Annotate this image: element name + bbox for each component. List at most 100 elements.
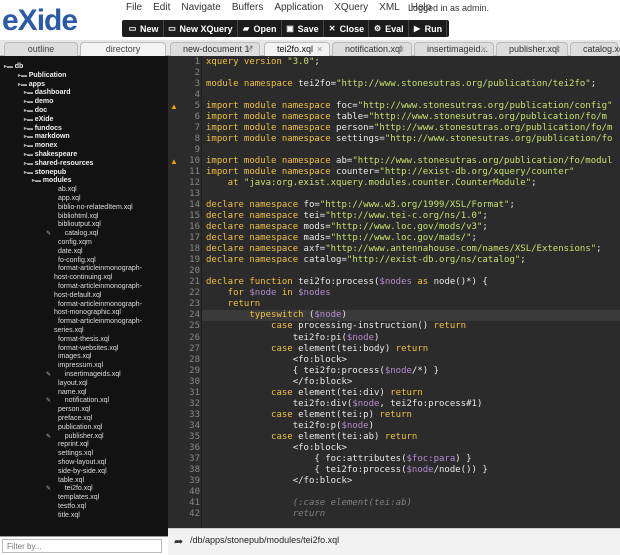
tree-item[interactable]: biblioutput.xql (46, 220, 101, 229)
warning-icon[interactable]: ▲ (170, 157, 179, 166)
menu-navigate[interactable]: Navigate (181, 2, 220, 13)
tree-item[interactable]: templates.xql (46, 493, 99, 502)
line-number: 13 (189, 189, 200, 200)
editor-tab[interactable]: notification.xql ✕ (332, 42, 412, 56)
menu-file[interactable]: File (126, 2, 142, 13)
tree-item[interactable]: date.xql (46, 247, 83, 256)
tree-item[interactable]: ✎ catalog.xql (46, 229, 98, 238)
tree-item[interactable]: ▸▬ demo (24, 97, 53, 106)
filter-input[interactable] (2, 539, 162, 553)
tree-item[interactable]: ▸▬ markdown (24, 132, 70, 141)
tab-outline[interactable]: outline (4, 42, 78, 56)
tree-item[interactable]: show-layout.xql (46, 458, 106, 467)
tree-item-label: settings.xql (58, 450, 94, 458)
editor-tab[interactable]: insertimageid... ✕ (414, 42, 494, 56)
tree-item[interactable]: person.xql (46, 405, 90, 414)
close-tab-icon[interactable]: ✕ (316, 43, 323, 56)
new-button[interactable]: ▭ New (124, 20, 164, 37)
menu-buffers[interactable]: Buffers (232, 2, 264, 13)
line-number: 10 (189, 156, 200, 167)
close-tab-icon[interactable]: ✕ (604, 43, 611, 56)
tree-item[interactable]: format-articleinmonograph- (46, 317, 142, 326)
tree-item[interactable]: layout.xql (46, 379, 88, 388)
tree-item[interactable]: config.xqm (46, 238, 92, 247)
tree-item[interactable]: images.xql (46, 352, 91, 361)
tree-item[interactable]: ▸▬ modules (32, 176, 71, 185)
tree-item[interactable]: format-thesis.xql (46, 335, 109, 344)
new-xquery-button[interactable]: ▭ New XQuery (164, 20, 238, 37)
close-tab-icon[interactable]: ✕ (398, 43, 405, 56)
tree-item[interactable]: ▸▬ shakespeare (24, 150, 77, 159)
line-number: 21 (189, 277, 200, 288)
tree-item[interactable]: table.xql (46, 476, 84, 485)
tree-item[interactable]: testfo.xql (46, 502, 86, 511)
code-editor[interactable]: 1 2 3 4 5 6 7 8 9 10 11 12 13 14 15 16 17 18 19 20 21 22 23 24 2… (168, 56, 620, 528)
tree-item[interactable]: host-continuing.xql (46, 273, 112, 282)
save-button[interactable]: ▣ Save (282, 20, 324, 37)
menu-application[interactable]: Application (274, 2, 323, 13)
tree-item[interactable]: ▸▬ db (4, 62, 23, 71)
tab-directory[interactable]: directory (80, 42, 166, 56)
tree-item[interactable]: ▸▬ shared-resources (24, 159, 93, 168)
tree-item[interactable]: preface.xql (46, 414, 92, 423)
code-line: declare namespace fo="http://www.w3.org/… (206, 200, 515, 211)
tree-item-label: format-articleinmonograph- (58, 283, 143, 290)
floppy-icon: ▣ (286, 24, 294, 33)
tree-item[interactable]: format-articleinmonograph- (46, 264, 142, 273)
tree-item[interactable]: ▸▬ apps (18, 80, 45, 89)
tree-item-label: templates.xql (58, 494, 100, 502)
close-tab-icon[interactable]: ✕ (480, 43, 487, 56)
code-line: </fo:block> (206, 475, 353, 486)
tree-item[interactable]: reprint.xql (46, 440, 89, 449)
tree-item[interactable]: format-articleinmonograph- (46, 282, 142, 291)
tree-item[interactable]: ▸▬ fundocs (24, 124, 62, 133)
eval-button[interactable]: ⚙ Eval (369, 20, 409, 37)
close-tab-icon[interactable]: ✕ (246, 43, 253, 56)
tree-item[interactable]: series.xql (46, 326, 84, 335)
tree-item[interactable]: host-default.xql (46, 291, 101, 300)
editor-tab[interactable]: tei2fo.xql ✕ (264, 42, 330, 56)
tree-item[interactable]: impressum.xql (46, 361, 103, 370)
tree-item[interactable]: format-websites.xql (46, 344, 118, 353)
tree-item[interactable]: ✎ publisher.xql (46, 432, 104, 441)
tree-item[interactable]: side-by-side.xql (46, 467, 107, 476)
run-button[interactable]: ▶ Run (409, 20, 448, 37)
status-path: /db/apps/stonepub/modules/tei2fo.xql (190, 535, 340, 545)
tree-item[interactable]: bibliohtml.xql (46, 212, 98, 221)
tree-item[interactable]: ✎ tei2fo.xql (46, 484, 93, 493)
tree-item[interactable]: publication.xql (46, 423, 102, 432)
warning-icon[interactable]: ▲ (170, 102, 179, 111)
tree-item[interactable]: host-monographic.xql (46, 308, 121, 317)
line-number: 32 (189, 398, 200, 409)
tree-item[interactable]: ▸▬ eXide (24, 115, 53, 124)
tree-item[interactable]: ▸▬ stonepub (24, 168, 66, 177)
menu-xquery[interactable]: XQuery (334, 2, 368, 13)
tree-item[interactable]: ▸▬ dashboard (24, 88, 70, 97)
editor-tab[interactable]: catalog.xql✕ (570, 42, 620, 56)
tree-item[interactable]: settings.xql (46, 449, 93, 458)
close-tab-icon[interactable]: ✕ (554, 43, 561, 56)
line-number: 27 (189, 343, 200, 354)
tree-item[interactable]: ▸▬ doc (24, 106, 47, 115)
tree-item[interactable]: app.xql (46, 194, 81, 203)
tree-item-label: fo-config.xql (58, 256, 96, 264)
tree-item[interactable]: biblio-no-relatedItem.xql (46, 203, 133, 212)
close-button[interactable]: ✕ Close (324, 20, 370, 37)
editor-tab[interactable]: new-document 1* ✕ (170, 42, 260, 56)
menu-edit[interactable]: Edit (153, 2, 170, 13)
open-button[interactable]: ▰ Open (238, 20, 282, 37)
tree-item[interactable]: format-articleinmonograph- (46, 300, 142, 309)
editor-tab[interactable]: publisher.xql ✕ (496, 42, 568, 56)
tree-item[interactable]: title.xql (46, 511, 80, 520)
menu-xml[interactable]: XML (379, 2, 400, 13)
tree-item[interactable]: ✎ insertimageids.xql (46, 370, 121, 379)
code-line: declare function tei2fo:process($nodes a… (206, 277, 488, 288)
tree-item[interactable]: name.xql (46, 388, 86, 397)
tree-item[interactable]: ab.xql (46, 185, 77, 194)
line-number: 25 (189, 321, 200, 332)
tree-item[interactable]: ▸▬ monex (24, 141, 57, 150)
tree-item[interactable]: ✎ notification.xql (46, 396, 109, 405)
line-number: 20 (189, 266, 200, 277)
tree-item[interactable]: ▸▬ Publication (18, 71, 66, 80)
tree-item[interactable]: fo-config.xql (46, 256, 96, 265)
